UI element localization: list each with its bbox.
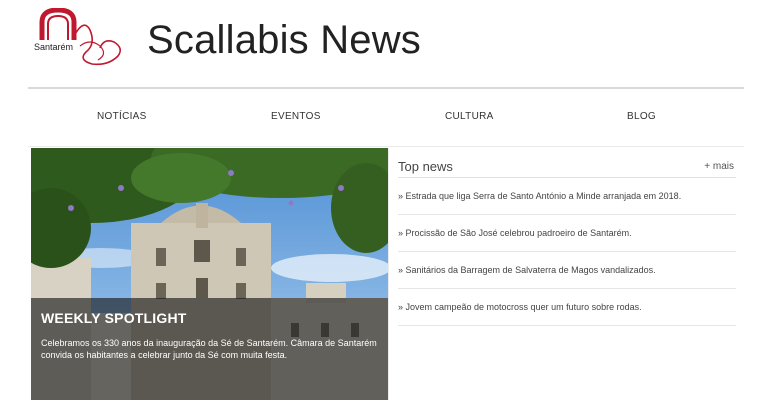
nav-divider [28,146,744,147]
column-divider [388,148,389,400]
top-news-list: » Estrada que liga Serra de Santo Antóni… [398,178,736,326]
nav-item-cultura[interactable]: CULTURA [445,111,494,122]
logo-arch-icon [39,7,122,66]
news-link[interactable]: » Estrada que liga Serra de Santo Antóni… [398,178,736,215]
main-nav: NOTÍCIAS EVENTOS CULTURA BLOG [28,90,744,146]
top-news-header: Top news + mais [398,155,736,178]
header-divider [28,87,744,89]
more-news-link[interactable]: + mais [704,161,734,172]
santarem-logo[interactable]: Santarém [30,7,124,70]
news-link[interactable]: » Jovem campeão de motocross quer um fut… [398,289,736,326]
spotlight-description: Celebramos os 330 anos da inauguração da… [41,338,377,360]
spotlight-card[interactable]: WEEKLY SPOTLIGHT Celebramos os 330 anos … [31,148,388,400]
nav-item-blog[interactable]: BLOG [627,111,656,122]
news-link[interactable]: » Procissão de São José celebrou padroei… [398,215,736,252]
site-title[interactable]: Scallabis News [147,18,421,63]
top-news-panel: Top news + mais » Estrada que liga Serra… [398,155,736,326]
nav-item-eventos[interactable]: EVENTOS [271,111,321,122]
news-link[interactable]: » Sanitários da Barragem de Salvaterra d… [398,252,736,289]
site-header: Santarém Scallabis News [0,0,774,88]
logo-text: Santarém [34,42,74,52]
spotlight-title: WEEKLY SPOTLIGHT [41,310,187,326]
nav-item-noticias[interactable]: NOTÍCIAS [97,111,147,122]
top-news-title: Top news [398,159,453,174]
